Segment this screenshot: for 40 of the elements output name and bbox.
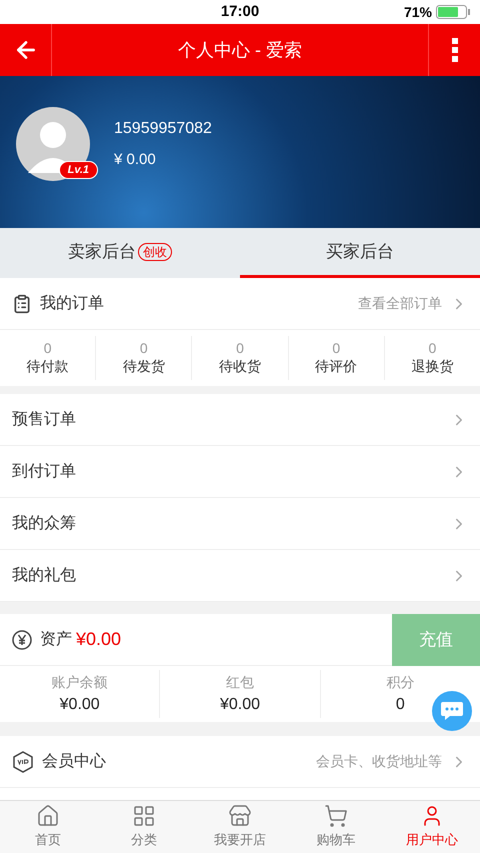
orders-title: 我的订单 <box>40 294 104 314</box>
member-hint: 会员卡、收货地址等 <box>316 752 442 771</box>
order-status-item[interactable]: 0 待付款 <box>0 336 96 380</box>
grid-icon <box>132 804 156 828</box>
order-status-item[interactable]: 0 退换货 <box>384 336 480 380</box>
status-time: 17:00 <box>220 2 260 22</box>
member-center-title: 会员中心 <box>42 752 106 772</box>
yen-icon <box>12 630 32 650</box>
backend-tab[interactable]: 卖家后台 创收 <box>0 228 240 278</box>
assets-label: 资产 <box>40 630 72 650</box>
cart-icon <box>324 804 348 828</box>
home-icon <box>36 804 60 828</box>
assets-amount: ¥0.00 <box>76 628 122 651</box>
page-title: 个人中心 - 爱索 <box>177 38 303 62</box>
nav-tab[interactable]: 用户中心 <box>384 801 480 853</box>
chat-bubble-icon <box>440 700 464 722</box>
menu-row[interactable]: 我的礼包 <box>0 550 480 602</box>
nav-tab[interactable]: 分类 <box>96 801 192 853</box>
order-status-item[interactable]: 0 待收货 <box>191 336 288 380</box>
battery-percent: 71% <box>404 2 432 22</box>
earn-badge: 创收 <box>138 242 172 260</box>
asset-item[interactable]: 红包 ¥0.00 <box>159 670 320 718</box>
avatar-icon <box>16 107 90 181</box>
balance-text: ¥ 0.00 <box>114 150 157 170</box>
asset-item[interactable]: 账户余额 ¥0.00 <box>0 670 160 718</box>
nav-tab[interactable]: 我要开店 <box>192 801 288 853</box>
menu-row[interactable]: 预售订单 <box>0 394 480 446</box>
order-status-item[interactable]: 0 待发货 <box>95 336 192 380</box>
more-icon <box>452 38 458 62</box>
storefront-icon <box>228 804 252 828</box>
level-badge: Lv.1 <box>58 160 98 179</box>
battery-icon <box>436 5 472 19</box>
menu-row[interactable]: 我的众筹 <box>0 498 480 550</box>
nav-tab[interactable]: 首页 <box>0 801 96 853</box>
order-status-item[interactable]: 0 待评价 <box>288 336 384 380</box>
menu-row[interactable]: 到付订单 <box>0 446 480 498</box>
vip-icon <box>12 750 34 772</box>
phone-number: 15959957082 <box>114 118 212 139</box>
nav-tab[interactable]: 购物车 <box>288 801 384 853</box>
order-list-icon <box>12 294 32 314</box>
